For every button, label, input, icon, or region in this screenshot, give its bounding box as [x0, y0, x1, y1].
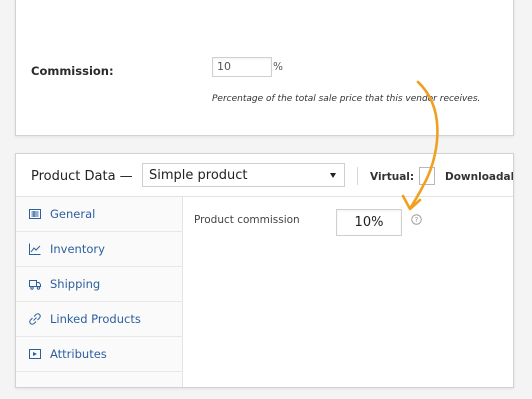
commission-unit: %: [273, 61, 283, 73]
product-commission-input[interactable]: 10%: [336, 209, 402, 236]
caret-down-icon: [330, 173, 336, 178]
inventory-icon: [29, 243, 41, 255]
product-type-select[interactable]: Simple product: [142, 163, 345, 187]
product-type-value: Simple product: [149, 168, 248, 183]
virtual-checkbox[interactable]: [419, 167, 435, 185]
tab-label: General: [50, 207, 96, 221]
attributes-icon: [29, 349, 41, 359]
tab-general[interactable]: General: [16, 197, 182, 232]
tab-inventory[interactable]: Inventory: [16, 232, 182, 267]
product-data-title: Product Data —: [31, 169, 133, 184]
downloadable-label: Downloadal: [445, 171, 514, 183]
shipping-icon: [29, 280, 41, 290]
tab-label: Shipping: [50, 277, 101, 291]
tab-attributes[interactable]: Attributes: [16, 337, 182, 372]
commission-description: Percentage of the total sale price that …: [212, 94, 481, 104]
virtual-label: Virtual:: [370, 171, 415, 183]
vendor-settings-panel: Commission: 10 % Percentage of the total…: [15, 0, 514, 136]
header-divider: [357, 167, 358, 185]
product-data-panel: Product Data — Simple product Virtual: D…: [15, 153, 514, 388]
tab-label: Linked Products: [50, 312, 141, 326]
product-commission-label: Product commission: [194, 214, 300, 226]
link-icon: [29, 313, 41, 325]
tab-shipping[interactable]: Shipping: [16, 267, 182, 302]
product-data-tabs: General Inventory Shipping Linked Produc…: [16, 197, 183, 387]
general-tab-content: Product commission 10% ?: [183, 197, 513, 387]
product-data-header: Product Data — Simple product Virtual: D…: [16, 154, 513, 197]
help-icon[interactable]: ?: [411, 214, 422, 225]
commission-label: Commission:: [31, 64, 114, 78]
tab-linked-products[interactable]: Linked Products: [16, 302, 182, 337]
tab-label: Inventory: [50, 242, 105, 256]
svg-text:?: ?: [415, 216, 419, 224]
general-icon: [29, 209, 41, 219]
commission-input[interactable]: 10: [212, 57, 272, 77]
tab-label: Attributes: [50, 347, 107, 361]
